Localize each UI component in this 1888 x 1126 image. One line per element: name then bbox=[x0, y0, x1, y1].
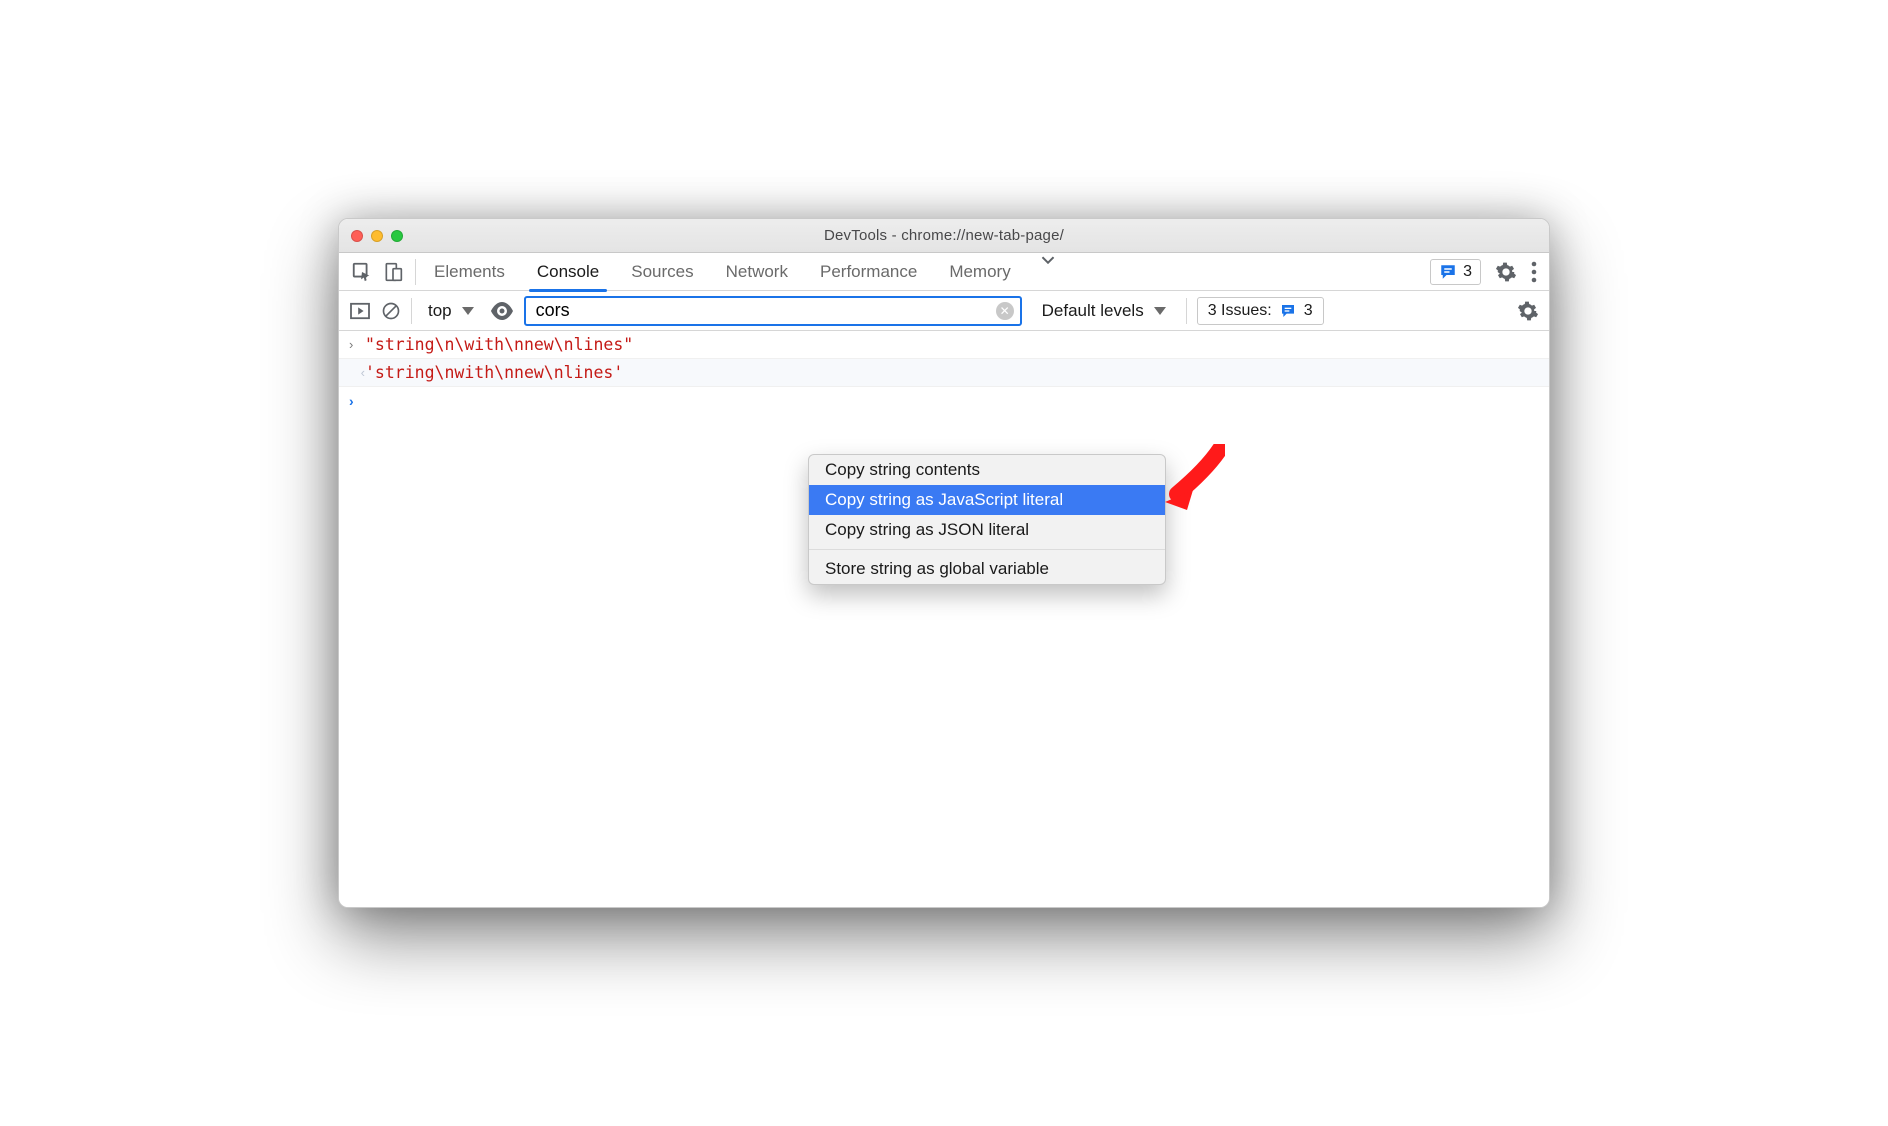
log-level-label: Default levels bbox=[1042, 301, 1144, 321]
speech-bubble-icon bbox=[1439, 263, 1457, 281]
toggle-sidebar-icon[interactable] bbox=[349, 302, 371, 320]
context-menu: Copy string contents Copy string as Java… bbox=[808, 454, 1166, 585]
more-tabs-button[interactable] bbox=[1027, 253, 1069, 291]
console-toolbar: top ✕ Default levels 3 Issues: 3 bbox=[339, 291, 1549, 331]
output-arrow-icon: › bbox=[349, 365, 365, 380]
divider bbox=[415, 259, 416, 285]
tab-performance[interactable]: Performance bbox=[804, 253, 933, 291]
filter-text-field[interactable] bbox=[536, 300, 996, 321]
traffic-lights bbox=[351, 230, 403, 242]
minimize-window-button[interactable] bbox=[371, 230, 383, 242]
zoom-window-button[interactable] bbox=[391, 230, 403, 242]
console-row[interactable]: › "string\n\with\nnew\nlines" bbox=[339, 331, 1549, 359]
menu-item-copy-json[interactable]: Copy string as JSON literal bbox=[809, 515, 1165, 545]
tabs-container: Elements Console Sources Network Perform… bbox=[418, 253, 1069, 291]
inspect-element-icon[interactable] bbox=[351, 261, 373, 283]
divider bbox=[411, 298, 412, 324]
divider bbox=[1186, 298, 1187, 324]
clear-filter-icon[interactable]: ✕ bbox=[996, 302, 1014, 320]
tab-console[interactable]: Console bbox=[521, 253, 615, 291]
issues-count: 3 bbox=[1304, 302, 1313, 320]
messages-badge[interactable]: 3 bbox=[1430, 259, 1481, 285]
chevron-down-icon bbox=[1154, 307, 1166, 315]
device-toolbar-icon[interactable] bbox=[383, 261, 403, 283]
menu-item-copy-contents[interactable]: Copy string contents bbox=[809, 455, 1165, 485]
tab-memory[interactable]: Memory bbox=[933, 253, 1026, 291]
console-prompt[interactable]: › bbox=[339, 387, 1549, 415]
console-settings-gear-icon[interactable] bbox=[1517, 300, 1539, 322]
devtools-window: DevTools - chrome://new-tab-page/ bbox=[338, 218, 1550, 908]
expand-arrow-icon[interactable]: › bbox=[349, 337, 365, 352]
menu-item-store-global[interactable]: Store string as global variable bbox=[809, 554, 1165, 584]
close-window-button[interactable] bbox=[351, 230, 363, 242]
console-text: "string\n\with\nnew\nlines" bbox=[365, 335, 633, 354]
menu-item-copy-js-literal[interactable]: Copy string as JavaScript literal bbox=[809, 485, 1165, 515]
messages-count: 3 bbox=[1463, 263, 1472, 281]
settings-gear-icon[interactable] bbox=[1495, 261, 1517, 283]
window-title: DevTools - chrome://new-tab-page/ bbox=[339, 227, 1549, 244]
filter-input[interactable]: ✕ bbox=[524, 296, 1022, 326]
menu-separator bbox=[809, 549, 1165, 550]
titlebar: DevTools - chrome://new-tab-page/ bbox=[339, 219, 1549, 253]
console-text: 'string\nwith\nnew\nlines' bbox=[365, 363, 623, 382]
console-body[interactable]: › "string\n\with\nnew\nlines" › 'string\… bbox=[339, 331, 1549, 907]
live-expression-eye-icon[interactable] bbox=[490, 302, 514, 320]
console-row[interactable]: › 'string\nwith\nnew\nlines' bbox=[339, 359, 1549, 387]
tab-sources[interactable]: Sources bbox=[615, 253, 709, 291]
kebab-menu-icon[interactable] bbox=[1531, 261, 1537, 283]
execution-context-selector[interactable]: top bbox=[422, 301, 480, 321]
context-label: top bbox=[428, 301, 452, 321]
prompt-arrow-icon: › bbox=[349, 393, 354, 409]
issues-label: 3 Issues: bbox=[1208, 302, 1272, 320]
speech-bubble-icon bbox=[1280, 303, 1296, 319]
devtools-tabs-row: Elements Console Sources Network Perform… bbox=[339, 253, 1549, 291]
issues-button[interactable]: 3 Issues: 3 bbox=[1197, 297, 1324, 325]
tab-network[interactable]: Network bbox=[710, 253, 804, 291]
chevron-down-icon bbox=[462, 307, 474, 315]
clear-console-icon[interactable] bbox=[381, 301, 401, 321]
tab-elements[interactable]: Elements bbox=[418, 253, 521, 291]
log-level-selector[interactable]: Default levels bbox=[1032, 301, 1176, 321]
